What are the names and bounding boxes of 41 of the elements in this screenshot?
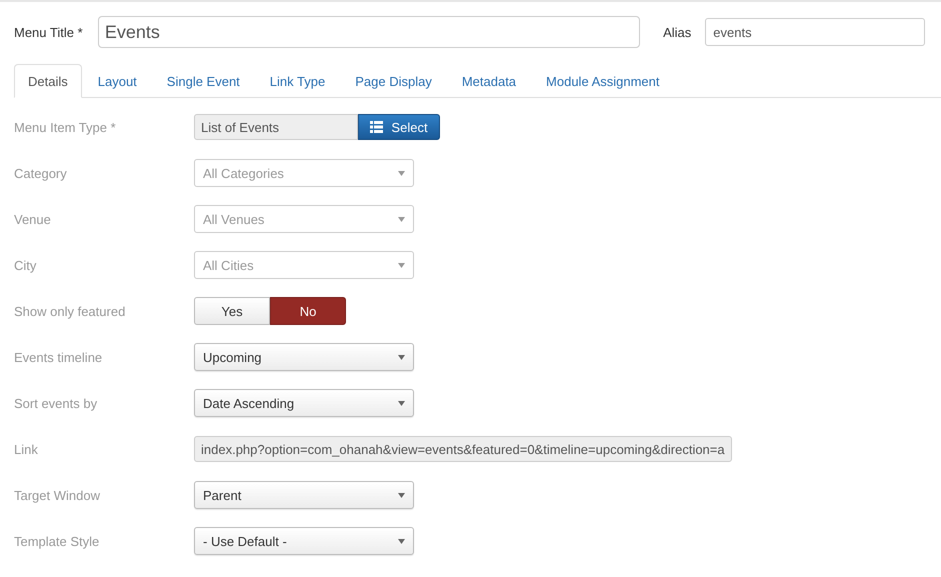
dropdown[interactable]: Parent [194,481,414,509]
field-label: Menu Title * [14,24,84,40]
list-icon [370,121,384,133]
field-label: Target Window [14,488,101,502]
field-label: Menu Item Type * [14,120,117,134]
caret-icon [398,538,405,544]
tab[interactable]: Layout [84,64,151,98]
field-label: City [14,258,38,272]
tab[interactable]: Module Assignment [532,64,674,98]
field-label: Venue [14,212,52,226]
dropdown[interactable]: Upcoming [194,343,414,371]
caret-icon [398,492,405,498]
tab[interactable]: Details [14,64,82,98]
alias-field[interactable]: events [705,18,925,46]
dropdown[interactable]: - Use Default - [194,527,414,555]
tab[interactable]: Page Display [341,64,446,98]
toggle-option[interactable]: Yes [194,297,270,325]
field-label: Link [14,442,39,456]
caret-icon [398,216,405,222]
caret-icon [398,262,405,268]
tab[interactable]: Link Type [256,64,340,98]
tab[interactable]: Metadata [448,64,530,98]
field-label: Category [14,166,68,180]
caret-icon [398,400,405,406]
tab[interactable]: Single Event [152,64,254,98]
field-label: Show only featured [14,304,126,318]
field-label: Alias [663,24,692,40]
caret-icon [398,354,405,360]
readonly-field: List of Events [194,114,358,140]
field-label: Template Style [14,534,100,548]
field-label: Sort events by [14,396,98,410]
toggle-option[interactable]: No [270,297,346,325]
dropdown[interactable]: Date Ascending [194,389,414,417]
dropdown[interactable]: All Cities [194,251,414,279]
readonly-field: index.php?option=com_ohanah&view=events&featured=0&timeline=upcoming&direction=a [194,436,732,462]
select-button[interactable]: Select [358,114,440,140]
title-field[interactable]: Events [98,16,640,48]
dropdown[interactable]: All Categories [194,159,414,187]
dropdown[interactable]: All Venues [194,205,414,233]
field-label: Events timeline [14,350,104,364]
caret-icon [398,170,405,176]
